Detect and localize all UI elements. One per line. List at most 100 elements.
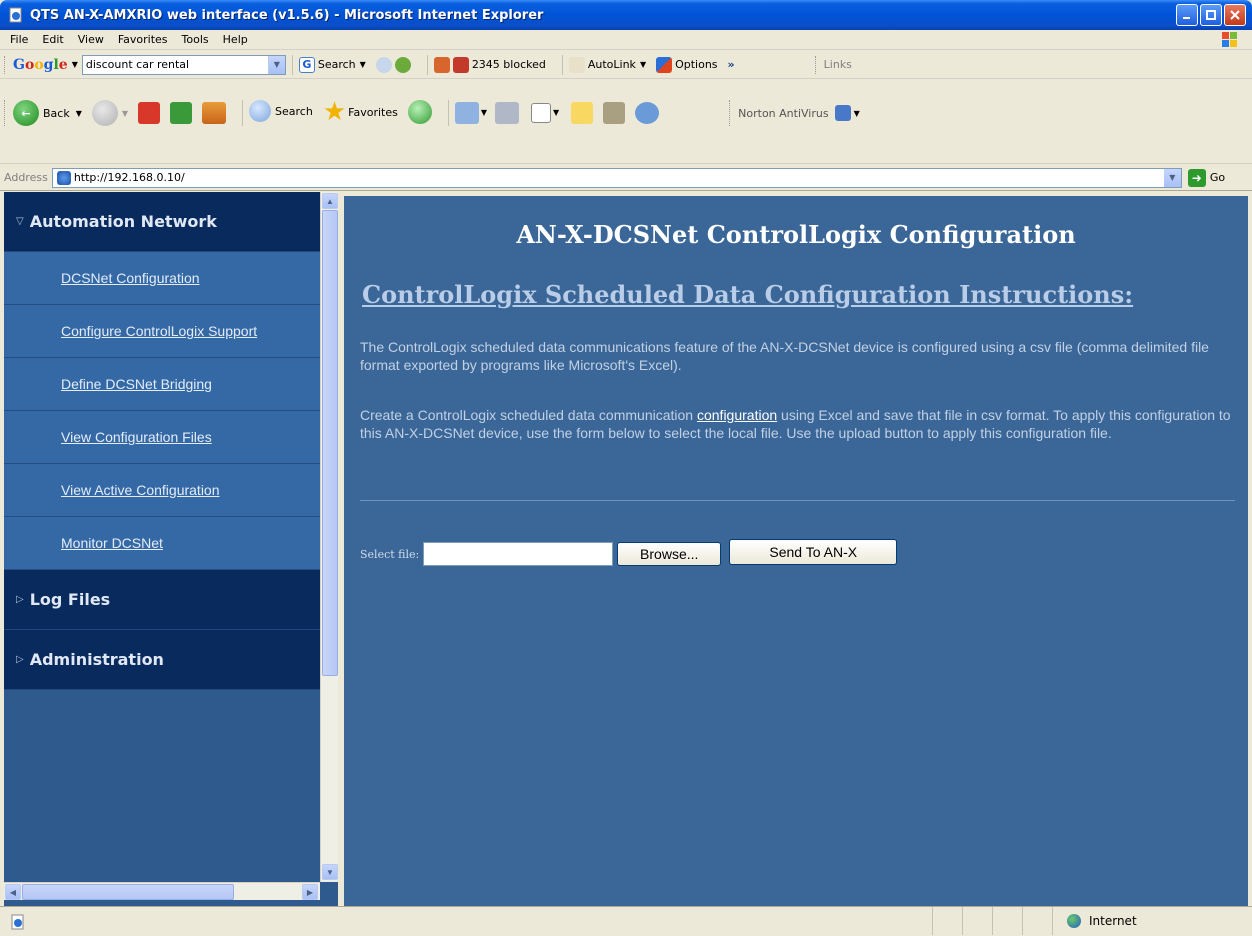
close-button[interactable] bbox=[1224, 4, 1246, 26]
pagerank-icon[interactable] bbox=[394, 56, 411, 73]
security-zone[interactable]: Internet bbox=[1052, 907, 1252, 935]
file-path-input[interactable] bbox=[423, 542, 614, 566]
nav-section-title: Log Files bbox=[29, 590, 111, 609]
navigation-frame: ▽ Automation Network DCSNet Configuratio… bbox=[4, 192, 338, 906]
nav-link[interactable]: DCSNet Configuration bbox=[61, 270, 200, 286]
window-titlebar[interactable]: QTS AN-X-AMXRIO web interface (v1.5.6) -… bbox=[0, 0, 1252, 30]
autolink-label: AutoLink bbox=[587, 58, 636, 71]
scroll-down-icon[interactable]: ▼ bbox=[322, 864, 338, 880]
history-icon[interactable] bbox=[407, 100, 432, 124]
status-cell bbox=[932, 907, 962, 935]
ie-page-icon bbox=[9, 7, 22, 23]
search-label: Search bbox=[275, 104, 313, 118]
favorites-button[interactable]: ★ Favorites bbox=[322, 97, 398, 127]
nav-link[interactable]: Configure ControlLogix Support bbox=[61, 323, 257, 339]
nav-link[interactable]: View Active Configuration bbox=[61, 482, 220, 498]
menu-help[interactable]: Help bbox=[223, 33, 248, 46]
toolbar-more-button[interactable]: » bbox=[728, 58, 735, 71]
triangle-right-icon: ▷ bbox=[16, 594, 24, 605]
nav-section-administration[interactable]: ▷ Administration bbox=[4, 630, 320, 690]
nav-section-automation-network[interactable]: ▽ Automation Network bbox=[4, 192, 320, 252]
nav-link[interactable]: Monitor DCSNet bbox=[61, 535, 163, 551]
menu-tools[interactable]: Tools bbox=[182, 33, 209, 46]
refresh-icon[interactable] bbox=[170, 102, 193, 124]
toolbar-gripper bbox=[4, 100, 7, 126]
norton-icon bbox=[834, 105, 851, 121]
ie-page-icon bbox=[11, 914, 24, 929]
news-icon[interactable] bbox=[433, 56, 450, 73]
chevron-down-icon[interactable]: ▼ bbox=[267, 55, 285, 74]
vertical-scrollbar[interactable]: ▲ ▼ bbox=[320, 192, 338, 882]
autolink-button[interactable]: AutoLink ▼ bbox=[568, 56, 647, 73]
toolbar-separator bbox=[426, 54, 428, 75]
go-arrow-icon: ➜ bbox=[1187, 168, 1206, 187]
back-button[interactable]: ← Back ▼ bbox=[13, 100, 82, 126]
google-menu-arrow-icon[interactable]: ▼ bbox=[72, 60, 78, 69]
scroll-right-icon[interactable]: ▶ bbox=[302, 884, 318, 900]
zone-label: Internet bbox=[1089, 914, 1137, 928]
nav-item-dcsnet-configuration: DCSNet Configuration bbox=[4, 252, 320, 305]
horizontal-scrollbar[interactable]: ◀ ▶ bbox=[4, 882, 320, 900]
scrollbar-thumb[interactable] bbox=[322, 210, 338, 676]
menu-view[interactable]: View bbox=[78, 33, 104, 46]
menu-favorites[interactable]: Favorites bbox=[118, 33, 168, 46]
maximize-button[interactable] bbox=[1200, 4, 1222, 26]
triangle-down-icon: ▽ bbox=[16, 216, 24, 227]
stop-icon[interactable] bbox=[138, 102, 161, 124]
research-icon[interactable] bbox=[603, 102, 626, 124]
print-icon[interactable] bbox=[495, 102, 519, 124]
notes-icon[interactable] bbox=[571, 102, 594, 124]
status-cell bbox=[962, 907, 992, 935]
chevron-down-icon: ▼ bbox=[639, 60, 647, 69]
window-title: QTS AN-X-AMXRIO web interface (v1.5.6) -… bbox=[30, 7, 544, 23]
menu-file[interactable]: File bbox=[10, 33, 28, 46]
minimize-button[interactable] bbox=[1176, 4, 1198, 26]
google-logo[interactable]: Google bbox=[13, 57, 68, 73]
chevron-down-icon[interactable]: ▼ bbox=[1163, 168, 1181, 187]
google-toolbar: Google ▼ discount car rental ▼ G Search … bbox=[0, 51, 1252, 79]
mail-icon[interactable] bbox=[454, 102, 479, 124]
nav-item-monitor-dcsnet: Monitor DCSNet bbox=[4, 517, 320, 570]
scroll-up-icon[interactable]: ▲ bbox=[322, 193, 338, 209]
toolbar-gripper bbox=[814, 55, 818, 74]
select-file-label: Select file: bbox=[360, 547, 420, 561]
scrollbar-thumb[interactable] bbox=[22, 884, 234, 900]
google-search-label: Search bbox=[317, 58, 356, 71]
globe-icon bbox=[1067, 914, 1081, 928]
windows-logo-icon bbox=[1222, 32, 1237, 47]
chevron-down-icon: ▼ bbox=[75, 108, 82, 118]
norton-antivirus-button[interactable]: Norton AntiVirus ▼ bbox=[738, 105, 860, 121]
popup-blocker-button[interactable]: 2345 blocked bbox=[452, 56, 546, 73]
nav-link[interactable]: Define DCSNet Bridging bbox=[61, 376, 212, 392]
page-icon bbox=[56, 170, 71, 185]
scroll-left-icon[interactable]: ◀ bbox=[5, 884, 21, 900]
star-icon: ★ bbox=[322, 97, 347, 127]
popup-blocker-icon bbox=[452, 56, 469, 73]
nav-section-log-files[interactable]: ▷ Log Files bbox=[4, 570, 320, 630]
google-options-button[interactable]: Options bbox=[656, 56, 718, 73]
forward-button[interactable]: ▼ bbox=[91, 100, 128, 126]
links-label[interactable]: Links bbox=[824, 58, 852, 71]
messenger-icon[interactable] bbox=[635, 102, 660, 124]
send-to-anx-button[interactable]: Send To AN-X bbox=[729, 539, 898, 565]
google-search-button[interactable]: G Search ▼ bbox=[298, 56, 366, 73]
site-search-icon[interactable] bbox=[375, 56, 392, 73]
close-icon bbox=[1230, 10, 1240, 20]
home-icon[interactable] bbox=[202, 102, 227, 124]
nav-link[interactable]: View Configuration Files bbox=[61, 429, 212, 445]
edit-word-icon[interactable] bbox=[531, 103, 551, 123]
browse-button[interactable]: Browse... bbox=[617, 542, 722, 566]
go-label: Go bbox=[1209, 171, 1226, 184]
address-input[interactable]: http://192.168.0.10/ ▼ bbox=[51, 167, 1182, 188]
chevron-down-icon: ▼ bbox=[359, 60, 366, 69]
search-button[interactable]: Search bbox=[249, 100, 313, 122]
go-button[interactable]: ➜ Go bbox=[1187, 168, 1226, 187]
configuration-link[interactable]: configuration bbox=[697, 407, 777, 423]
google-search-input[interactable]: discount car rental ▼ bbox=[81, 54, 286, 75]
menubar: File Edit View Favorites Tools Help bbox=[0, 30, 1252, 50]
menu-edit[interactable]: Edit bbox=[42, 33, 63, 46]
section-heading[interactable]: ControlLogix Scheduled Data Configuratio… bbox=[362, 280, 1133, 309]
chevron-down-icon[interactable]: ▼ bbox=[481, 108, 487, 117]
triangle-right-icon: ▷ bbox=[16, 654, 24, 665]
chevron-down-icon[interactable]: ▼ bbox=[553, 108, 559, 117]
